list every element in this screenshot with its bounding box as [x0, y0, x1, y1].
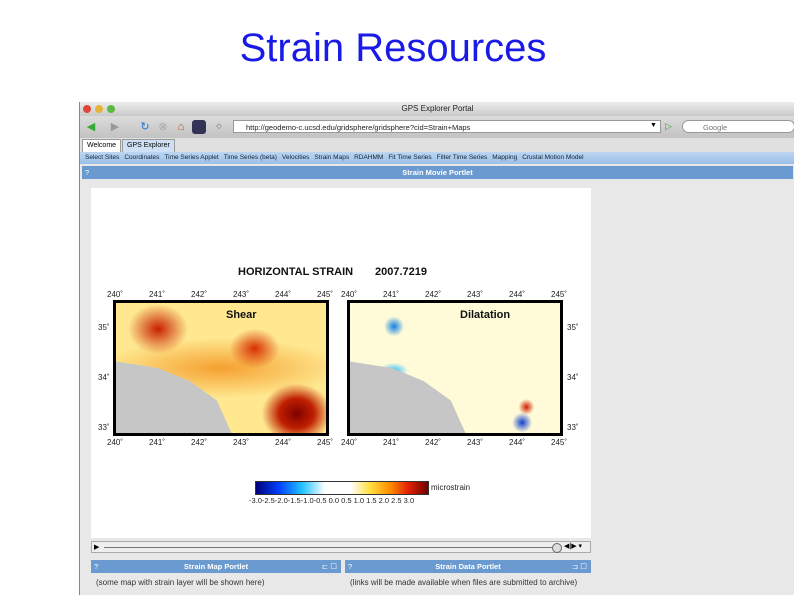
lat-tick-label: 34˚	[567, 373, 579, 382]
nav-velocities[interactable]: Velocities	[282, 154, 309, 161]
slider-thumb[interactable]	[552, 543, 562, 553]
browser-window: GPS Explorer Portal ◀ ▶ ↻ ⊗ ⌂ ◇ http://g…	[79, 102, 794, 595]
lat-tick-label: 35˚	[567, 323, 579, 332]
panel-label-shear: Shear	[226, 309, 257, 321]
shear-map: Shear	[113, 300, 329, 436]
colorbar-ticks: -3.0-2.5-2.0-1.5-1.0-0.5 0.0 0.5 1.0 1.5…	[249, 496, 415, 505]
url-dropdown-icon[interactable]: ▼	[650, 122, 657, 129]
window-title: GPS Explorer Portal	[80, 102, 794, 116]
lon-tick-label: 241˚	[149, 438, 166, 447]
lon-tick-label: 242˚	[191, 290, 208, 299]
lon-tick-label: 241˚	[383, 438, 400, 447]
nav-time-series-applet[interactable]: Time Series Applet	[164, 154, 218, 161]
strain-map-portlet-header: ? Strain Map Portlet ⊏ ☐	[91, 560, 341, 573]
help-icon[interactable]: ?	[348, 560, 352, 573]
lon-tick-label: 243˚	[467, 290, 484, 299]
lon-tick-label: 240˚	[341, 290, 358, 299]
nav-time-series-beta[interactable]: Time Series (beta)	[224, 154, 277, 161]
lon-tick-label: 243˚	[233, 438, 250, 447]
tag-icon[interactable]: ◇	[212, 120, 226, 134]
lon-tick-label: 242˚	[425, 438, 442, 447]
bookmark-icon[interactable]	[192, 120, 206, 134]
tab-welcome[interactable]: Welcome	[82, 139, 122, 153]
strain-movie-portlet-header: ? Strain Movie Portlet	[82, 166, 793, 179]
nav-fit-time-series[interactable]: Fit Time Series	[388, 154, 431, 161]
lon-tick-label: 244˚	[275, 438, 292, 447]
figure-epoch: 2007.7219	[375, 266, 427, 278]
lon-tick-label: 245˚	[551, 290, 568, 299]
lon-tick-label: 240˚	[107, 438, 124, 447]
colorbar	[255, 481, 429, 495]
portlet-title: Strain Data Portlet	[435, 562, 501, 571]
lon-tick-label: 245˚	[551, 438, 568, 447]
lat-tick-label: 33˚	[567, 423, 579, 432]
reload-icon[interactable]: ↻	[138, 120, 152, 134]
lon-tick-label: 242˚	[425, 290, 442, 299]
nav-strain-maps[interactable]: Strain Maps	[314, 154, 349, 161]
help-icon[interactable]: ?	[85, 166, 89, 179]
lon-tick-label: 242˚	[191, 438, 208, 447]
colorbar-unit: microstrain	[431, 483, 471, 492]
lon-tick-label: 245˚	[317, 438, 334, 447]
portlet-title: Strain Map Portlet	[183, 562, 249, 571]
play-icon[interactable]: ▶	[94, 543, 99, 551]
nav-coordinates[interactable]: Coordinates	[124, 154, 159, 161]
window-controls-icon[interactable]: ⊐ ☐	[572, 560, 587, 573]
lon-tick-label: 241˚	[383, 290, 400, 299]
lat-tick-label: 34˚	[98, 373, 110, 382]
lon-tick-label: 240˚	[341, 438, 358, 447]
window-controls-icon[interactable]: ⊏ ☐	[322, 560, 337, 573]
lon-tick-label: 244˚	[509, 290, 526, 299]
movie-slider[interactable]: ▶ ◀|▶ ▾	[91, 541, 591, 553]
lon-tick-label: 243˚	[233, 290, 250, 299]
dilatation-map: Dilatation	[347, 300, 563, 436]
lon-tick-label: 244˚	[275, 290, 292, 299]
nav-select-sites[interactable]: Select Sites	[85, 154, 119, 161]
browser-toolbar: ◀ ▶ ↻ ⊗ ⌂ ◇ http://geodemo-c.ucsd.edu/gr…	[80, 116, 794, 138]
home-icon[interactable]: ⌂	[174, 120, 188, 134]
lon-tick-label: 240˚	[107, 290, 124, 299]
strain-movie-frame: HORIZONTAL STRAIN 2007.7219 Shear Dilata…	[91, 188, 591, 538]
portal-tabs: Welcome GPS Explorer	[80, 138, 794, 153]
slide-title: Strain Resources	[239, 26, 547, 70]
nav-rdahmm[interactable]: RDAHMM	[354, 154, 383, 161]
lat-tick-label: 35˚	[98, 323, 110, 332]
strain-data-portlet-body: (links will be made available when files…	[350, 578, 578, 587]
forward-icon[interactable]: ▶	[108, 120, 122, 134]
panel-label-dilatation: Dilatation	[460, 309, 511, 321]
zoom-window-button[interactable]	[107, 105, 115, 113]
step-controls-icon[interactable]: ◀|▶ ▾	[564, 542, 582, 550]
strain-data-portlet-header: ? Strain Data Portlet ⊐ ☐	[345, 560, 591, 573]
lat-tick-label: 33˚	[98, 423, 110, 432]
portlet-title: Strain Movie Portlet	[402, 168, 473, 177]
minimize-window-button[interactable]	[95, 105, 103, 113]
stop-icon[interactable]: ⊗	[156, 120, 170, 134]
nav-bar: Select Sites Coordinates Time Series Apple…	[80, 152, 794, 164]
strain-map-portlet-body: (some map with strain layer will be show…	[96, 578, 265, 587]
close-window-button[interactable]	[83, 105, 91, 113]
figure-title: HORIZONTAL STRAIN	[238, 266, 354, 278]
url-input[interactable]: http://geodemo-c.ucsd.edu/gridsphere/gri…	[233, 120, 661, 133]
nav-filter-time-series[interactable]: Filter Time Series	[437, 154, 488, 161]
lon-tick-label: 244˚	[509, 438, 526, 447]
lon-tick-label: 245˚	[317, 290, 334, 299]
go-icon[interactable]: ▷	[665, 121, 672, 132]
search-input[interactable]: Google	[682, 120, 794, 133]
lon-tick-label: 243˚	[467, 438, 484, 447]
back-icon[interactable]: ◀	[84, 120, 98, 134]
tab-gps-explorer[interactable]: GPS Explorer	[122, 139, 175, 153]
help-icon[interactable]: ?	[94, 560, 98, 573]
nav-crustal-motion-model[interactable]: Crustal Motion Model	[522, 154, 583, 161]
lon-tick-label: 241˚	[149, 290, 166, 299]
nav-mapping[interactable]: Mapping	[492, 154, 517, 161]
